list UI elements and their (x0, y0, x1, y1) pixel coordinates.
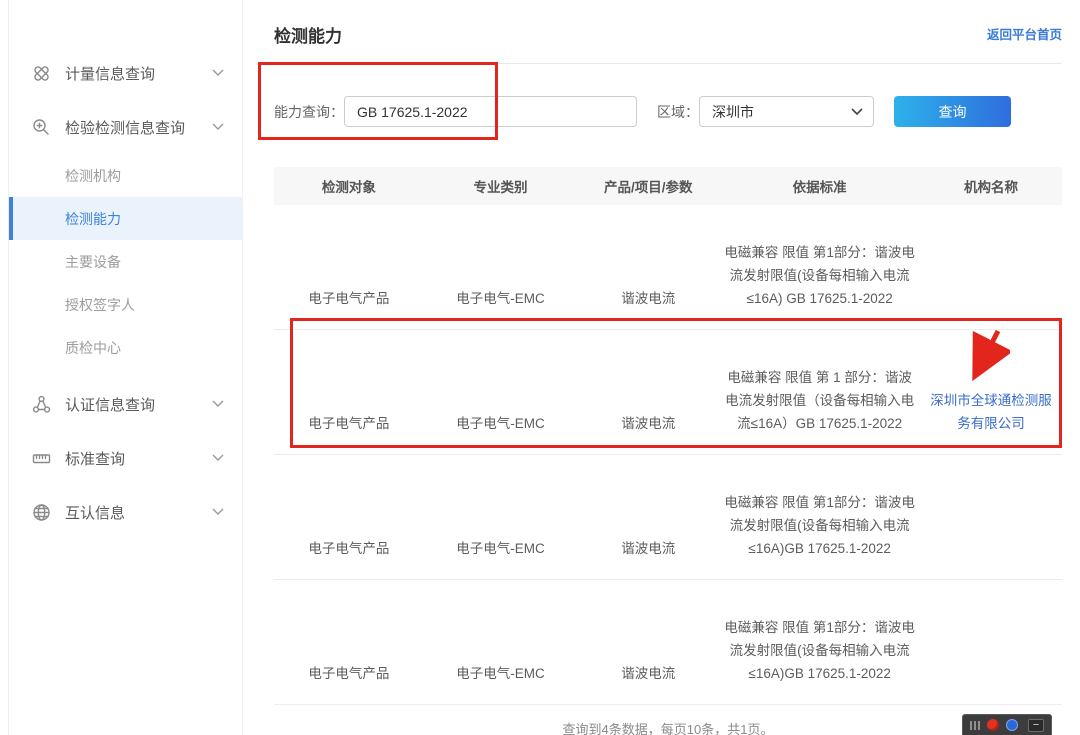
cell-category: 电子电气-EMC (424, 663, 578, 686)
sidebar-item-standard-query[interactable]: 标准查询 (9, 431, 242, 485)
table-row: 电子电气产品 电子电气-EMC 谐波电流 电磁兼容 限值 第1部分：谐波电流发射… (274, 580, 1062, 705)
sidebar-item-label: 标准查询 (65, 448, 212, 469)
sidebar-subitem-authorized-signatory[interactable]: 授权签字人 (9, 283, 242, 326)
sidebar-item-certification-query[interactable]: 认证信息查询 (9, 377, 242, 431)
main-content: 检测能力 返回平台首页 能力查询： 区域： 深圳市 查询 检测对象 专业类别 产… (244, 0, 1080, 735)
sidebar-subitem-quality-center[interactable]: 质检中心 (9, 326, 242, 369)
chevron-down-icon (212, 508, 224, 516)
drag-handle-icon[interactable] (970, 721, 980, 730)
sidebar-item-metrology-query[interactable]: 计量信息查询 (9, 46, 242, 100)
search-bar: 能力查询： 区域： 深圳市 查询 (274, 96, 1062, 127)
sidebar-subitem-label: 授权签字人 (65, 295, 135, 315)
col-header-object: 检测对象 (274, 176, 424, 196)
org-link[interactable]: 深圳市全球通检测服务有限公司 (926, 390, 1056, 436)
region-label: 区域： (657, 102, 699, 122)
certification-nodes-icon (31, 394, 51, 414)
sidebar-subitem-label: 主要设备 (65, 252, 121, 272)
col-header-org: 机构名称 (920, 176, 1062, 196)
col-header-product: 产品/项目/参数 (577, 176, 719, 196)
sidebar-item-mutual-recognition[interactable]: 互认信息 (9, 485, 242, 539)
cell-org: 深圳市全球通检测服务有限公司 (920, 390, 1062, 436)
sidebar-subitem-testing-capability[interactable]: 检测能力 (9, 197, 242, 240)
capability-query-label: 能力查询： (274, 102, 344, 122)
cell-category: 电子电气-EMC (424, 538, 578, 561)
table-row: 电子电气产品 电子电气-EMC 谐波电流 电磁兼容 限值 第1部分：谐波电流发射… (274, 455, 1062, 580)
sidebar-item-label: 认证信息查询 (65, 394, 212, 415)
table-row: 电子电气产品 电子电气-EMC 谐波电流 电磁兼容 限值 第1部分：谐波电流发射… (274, 205, 1062, 330)
query-button[interactable]: 查询 (894, 96, 1011, 127)
back-to-home-link[interactable]: 返回平台首页 (987, 24, 1062, 43)
table-row: 电子电气产品 电子电气-EMC 谐波电流 电磁兼容 限值 第 1 部分：谐波电流… (274, 330, 1062, 455)
col-header-category: 专业类别 (424, 176, 578, 196)
sidebar-subitem-main-equipment[interactable]: 主要设备 (9, 240, 242, 283)
cell-object: 电子电气产品 (274, 288, 424, 311)
sidebar-subitem-testing-org[interactable]: 检测机构 (9, 154, 242, 197)
minimize-button[interactable]: − (1028, 719, 1044, 732)
pagination-summary: 查询到4条数据，每页10条，共1页。 (274, 719, 1062, 735)
blue-globe-icon[interactable] (1006, 719, 1018, 731)
cell-product: 谐波电流 (577, 288, 719, 311)
cell-standard: 电磁兼容 限值 第 1 部分：谐波电流发射限值（设备每相输入电流≤16A）GB … (719, 367, 920, 436)
sidebar-item-label: 计量信息查询 (65, 63, 212, 84)
cell-object: 电子电气产品 (274, 663, 424, 686)
cell-object: 电子电气产品 (274, 413, 424, 436)
cell-product: 谐波电流 (577, 663, 719, 686)
page: 计量信息查询 检验检测信息查询 检测机构 检测能力 主要设备 授权签字人 (0, 0, 1080, 735)
sidebar-item-label: 互认信息 (65, 502, 212, 523)
chevron-down-icon (212, 454, 224, 462)
title-divider (274, 63, 1062, 64)
chevron-down-icon (212, 400, 224, 408)
results-table: 检测对象 专业类别 产品/项目/参数 依据标准 机构名称 电子电气产品 电子电气… (274, 167, 1062, 735)
table-header-row: 检测对象 专业类别 产品/项目/参数 依据标准 机构名称 (274, 167, 1062, 205)
cell-standard: 电磁兼容 限值 第1部分：谐波电流发射限值(设备每相输入电流≤16A) GB 1… (719, 242, 920, 311)
sidebar-subitem-label: 质检中心 (65, 338, 121, 358)
select-chevron-icon (851, 108, 863, 116)
red-logo-icon[interactable] (987, 719, 999, 731)
region-select[interactable]: 深圳市 (699, 96, 874, 127)
capability-query-input[interactable] (344, 96, 637, 127)
chevron-down-icon (212, 69, 224, 77)
sidebar-subitem-label: 检测机构 (65, 166, 121, 186)
region-select-value: 深圳市 (712, 102, 851, 122)
cell-product: 谐波电流 (577, 538, 719, 561)
gauge-crossed-icon (31, 63, 51, 83)
floating-toolbar[interactable]: − (962, 714, 1052, 735)
cell-object: 电子电气产品 (274, 538, 424, 561)
cell-standard: 电磁兼容 限值 第1部分：谐波电流发射限值(设备每相输入电流≤16A)GB 17… (719, 492, 920, 561)
cell-category: 电子电气-EMC (424, 288, 578, 311)
cell-standard: 电磁兼容 限值 第1部分：谐波电流发射限值(设备每相输入电流≤16A)GB 17… (719, 617, 920, 686)
cell-category: 电子电气-EMC (424, 413, 578, 436)
page-title: 检测能力 (244, 0, 1080, 47)
chevron-down-icon (212, 123, 224, 131)
cell-product: 谐波电流 (577, 413, 719, 436)
globe-icon (31, 502, 51, 522)
sidebar: 计量信息查询 检验检测信息查询 检测机构 检测能力 主要设备 授权签字人 (9, 0, 243, 735)
sidebar-item-inspection-query[interactable]: 检验检测信息查询 (9, 100, 242, 154)
sidebar-subitem-label: 检测能力 (65, 209, 121, 229)
search-plus-icon (31, 117, 51, 137)
col-header-standard: 依据标准 (719, 176, 920, 196)
sidebar-item-label: 检验检测信息查询 (65, 117, 212, 138)
ruler-icon (31, 448, 51, 468)
